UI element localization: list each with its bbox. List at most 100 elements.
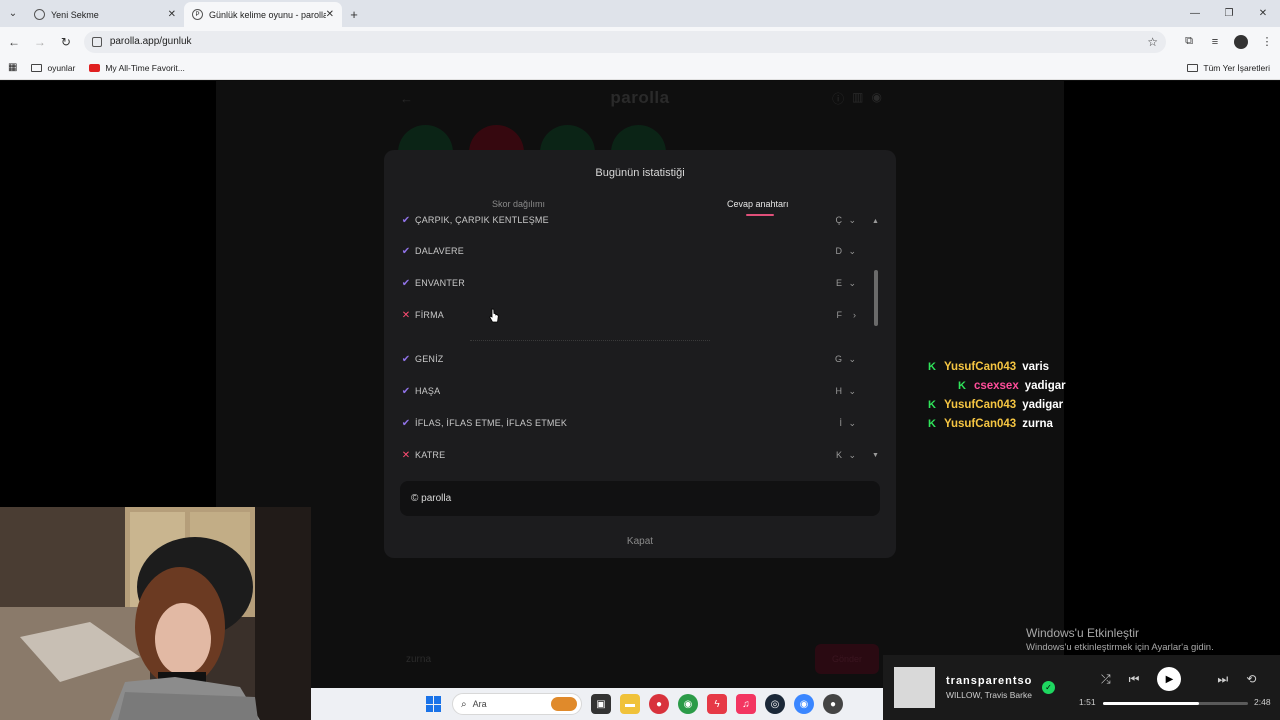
user-icon[interactable]: ◉ [872,90,882,107]
total-time: 2:48 [1254,697,1271,707]
next-icon[interactable]: ⏭ [1217,672,1228,687]
answer-word: GENİZ [415,354,444,364]
bookmark-star-icon[interactable]: ☆ [1147,35,1158,49]
screen: ⌄ Yeni Sekme ✕ P Günlük kelime oyunu - p… [0,0,1280,720]
back-icon[interactable]: ← [2,30,26,54]
bookmark-favorites[interactable]: My All-Time Favorit... [89,63,185,73]
expanded-row-divider [470,340,710,341]
tab-parolla[interactable]: P Günlük kelime oyunu - parolla ✕ [184,2,342,27]
chevron-down-icon[interactable]: ⌄ [848,418,856,429]
answer-word: ÇARPIK, ÇARPIK KENTLEŞME [415,215,549,225]
answer-row[interactable]: ✔ ÇARPIK, ÇARPIK KENTLEŞME Ç ⌄ [400,212,862,230]
answer-row[interactable]: ✔ İFLAS, İFLAS ETME, İFLAS ETMEK İ ⌄ [400,413,862,433]
profile-icon[interactable] [1228,34,1254,49]
answer-row[interactable]: ✕ KATRE K ⌄ [400,445,862,464]
game-logo: parolla [610,88,670,107]
progress-bar[interactable] [1103,702,1248,705]
previous-icon[interactable]: ⏮ [1129,672,1140,687]
chrome-icon[interactable]: ◉ [678,694,698,714]
tab-new-tab[interactable]: Yeni Sekme ✕ [26,2,184,27]
chevron-down-icon[interactable]: ⌄ [848,450,856,461]
saved-check-icon[interactable]: ✓ [1042,681,1055,694]
app-dark-icon[interactable]: ● [823,694,843,714]
progress-fill [1103,702,1199,705]
game-header-icons: ⓘ ▥ ◉ [832,90,882,107]
chevron-down-icon[interactable]: ⌄ [848,386,856,397]
answer-row[interactable]: ✔ DALAVERE D ⌄ [400,241,862,261]
back-arrow-icon[interactable]: ← [400,91,413,106]
chrome-active-icon[interactable]: ◉ [794,694,814,714]
shuffle-icon[interactable]: ⤮ [1101,672,1111,687]
youtube-icon [89,63,101,72]
chat-text: yadigar [1022,398,1064,411]
scroll-up-icon[interactable]: ▲ [872,218,879,225]
site-info-icon[interactable] [91,36,102,47]
media-control-icon[interactable]: ≡ [1202,35,1228,49]
list-scrollbar[interactable]: ▲ ▼ [872,218,880,462]
bookmark-oyunlar[interactable]: oyunlar [31,63,75,73]
windows-taskbar: ⌕ Ara ▣ ▬ ● ◉ ϟ ♫ ◎ ◉ ● [311,688,883,720]
chevron-down-icon[interactable]: ⌄ [848,278,856,289]
answer-letter: Ç [835,215,843,225]
answer-letter: İ [839,418,842,428]
answer-word: HAŞA [415,386,441,396]
answer-row[interactable]: ✕ FİRMA F › [400,305,862,325]
chat-username: YusufCan043 [943,360,1017,373]
webcam-overlay [0,507,311,720]
new-tab-button[interactable]: + [342,2,366,27]
music-app-icon[interactable]: ♫ [736,694,756,714]
playback-controls: ⤮ ⏮ ▶ ⏭ ⟲ [1101,667,1274,691]
answer-row[interactable]: ✔ GENİZ G ⌄ [400,349,862,369]
kick-icon: K [928,398,936,411]
minimize-icon[interactable]: — [1178,0,1212,27]
check-icon: ✔ [401,417,411,429]
stats-icon[interactable]: ▥ [852,90,863,107]
taskbar-search[interactable]: ⌕ Ara [452,693,582,715]
reload-icon[interactable]: ↻ [54,30,78,54]
kick-icon: K [928,417,936,430]
tab-close-icon[interactable]: ✕ [326,9,334,20]
app-red-icon[interactable]: ● [649,694,669,714]
answer-word: KATRE [415,450,446,460]
file-explorer-icon[interactable]: ▬ [620,694,640,714]
chevron-right-icon[interactable]: › [853,310,856,320]
answer-row[interactable]: ✔ ENVANTER E ⌄ [400,273,862,293]
info-icon[interactable]: ⓘ [832,90,844,107]
scroll-thumb[interactable] [874,270,878,326]
tab-search-icon[interactable]: ⌄ [0,0,26,27]
chevron-down-icon[interactable]: ⌄ [848,215,856,226]
check-icon: ✔ [401,385,411,397]
lightning-app-icon[interactable]: ϟ [707,694,727,714]
close-window-icon[interactable]: ✕ [1246,0,1280,27]
extensions-icon[interactable]: ⧉ [1176,35,1202,49]
chevron-down-icon[interactable]: ⌄ [848,246,856,257]
close-button[interactable]: Kapat [384,536,896,547]
search-icon: ⌕ [461,698,467,710]
game-header: ← parolla ⓘ ▥ ◉ [384,86,896,110]
play-icon[interactable]: ▶ [1157,667,1182,691]
bookmark-label: oyunlar [47,62,76,73]
scroll-down-icon[interactable]: ▼ [872,452,879,459]
forward-icon[interactable]: → [28,30,52,54]
start-button-icon[interactable] [426,696,442,712]
repeat-icon[interactable]: ⟲ [1246,672,1256,686]
chevron-down-icon[interactable]: ⌄ [848,354,856,365]
answer-list: ✔ ÇARPIK, ÇARPIK KENTLEŞME Ç ⌄ ✔ DALAVER… [400,212,870,464]
address-bar[interactable]: parolla.app/gunluk ☆ [83,30,1166,53]
tab-close-icon[interactable]: ✕ [168,9,176,20]
search-placeholder: Ara [472,699,487,709]
all-bookmarks[interactable]: Tüm Yer İşaretleri [1187,63,1270,73]
apps-grid-icon[interactable]: ▦ [8,62,17,73]
task-view-icon[interactable]: ▣ [591,694,611,714]
tab-answer-key[interactable]: Cevap anahtarı [727,199,789,209]
webcam-image [0,507,311,720]
chat-message: K csexsex yadigar [928,376,1128,395]
answer-row[interactable]: ✔ HAŞA H ⌄ [400,381,862,401]
restore-icon[interactable]: ❐ [1212,0,1246,27]
window-controls: — ❐ ✕ [1178,0,1280,27]
url-text[interactable]: parolla.app/gunluk [110,36,1147,47]
steam-icon[interactable]: ◎ [765,694,785,714]
more-menu-icon[interactable]: ⋮ [1254,35,1280,49]
tab-score-distribution[interactable]: Skor dağılımı [492,199,545,209]
browser-tabstrip: ⌄ Yeni Sekme ✕ P Günlük kelime oyunu - p… [0,0,1280,27]
